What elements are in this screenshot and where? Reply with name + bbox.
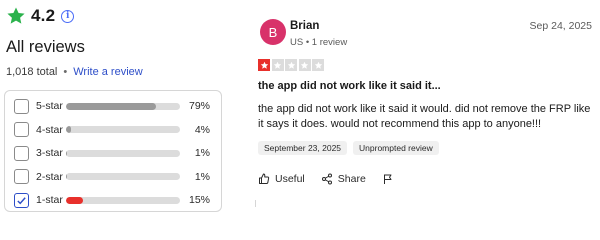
star-level-label: 3-star <box>36 147 63 159</box>
review-title: the app did not work like it said it... <box>258 80 441 92</box>
rating-summary: 4.2 i <box>6 6 75 26</box>
distribution-percent: 4% <box>194 123 210 136</box>
distribution-row[interactable]: 2-star 1% <box>14 167 214 187</box>
empty-star-icon <box>285 59 297 71</box>
distribution-bar <box>66 102 180 110</box>
average-rating: 4.2 <box>31 6 56 25</box>
filled-star-icon <box>258 59 270 71</box>
review-card: B Brian US • 1 review Sep 24, 2025 the a… <box>256 0 596 207</box>
info-icon[interactable]: i <box>61 9 75 23</box>
avatar[interactable]: B <box>260 19 286 45</box>
distribution-percent: 15% <box>188 194 210 206</box>
distribution-bar <box>66 173 180 180</box>
star-level-label: 4-star <box>36 123 63 136</box>
share-icon <box>321 173 332 185</box>
flag-icon <box>383 174 392 184</box>
reviewer-name[interactable]: Brian <box>290 20 319 32</box>
review-body: the app did not work like it said it wou… <box>258 103 591 130</box>
star-level-label: 5-star <box>36 100 63 112</box>
distribution-row[interactable]: 5-star 79% <box>14 96 214 116</box>
total-count: 1,018 total <box>6 66 58 78</box>
page-title: All reviews <box>6 38 85 56</box>
distribution-row[interactable]: 3-star 1% <box>14 143 214 163</box>
useful-label: Useful <box>275 173 305 185</box>
filter-checkbox[interactable] <box>14 192 29 208</box>
review-date: Sep 24, 2025 <box>529 20 592 32</box>
write-review-link[interactable]: Write a review <box>73 66 142 78</box>
review-chips: September 23, 2025 Unprompted review <box>258 141 445 155</box>
distribution-percent: 1% <box>194 147 210 159</box>
rating-distribution: 5-star 79% 4-star 4% 3-star 1% 2-star 1% 1-star 1… <box>4 90 222 212</box>
share-label: Share <box>337 173 366 185</box>
filter-checkbox[interactable] <box>14 145 29 161</box>
total-line: 1,018 total • Write a review <box>6 66 143 78</box>
filter-checkbox[interactable] <box>14 98 29 114</box>
distribution-bar-fill <box>66 102 157 110</box>
distribution-bar-fill <box>66 196 84 204</box>
distribution-row[interactable]: 4-star 4% <box>14 120 214 140</box>
distribution-bar-fill <box>66 149 68 157</box>
review-actions: Useful Share <box>258 173 415 185</box>
reviewer-meta: US • 1 review <box>290 37 348 48</box>
filter-checkbox[interactable] <box>14 122 29 137</box>
checkmark-icon <box>17 196 26 204</box>
thumbs-up-icon <box>259 173 270 184</box>
review-rating-stars <box>258 59 326 71</box>
distribution-bar <box>66 126 180 133</box>
useful-button[interactable]: Useful <box>258 173 305 185</box>
distribution-bar <box>66 196 180 204</box>
star-level-label: 2-star <box>36 170 63 183</box>
unprompted-chip: Unprompted review <box>353 141 439 155</box>
empty-star-icon <box>312 59 324 71</box>
distribution-bar-fill <box>66 126 71 133</box>
separator-dot: • <box>63 66 68 78</box>
distribution-bar-fill <box>66 173 68 180</box>
star-level-label: 1-star <box>36 194 63 206</box>
star-icon <box>7 7 25 24</box>
distribution-percent: 1% <box>194 170 210 183</box>
distribution-bar <box>66 149 180 157</box>
filter-checkbox[interactable] <box>14 169 29 184</box>
report-button[interactable] <box>382 173 399 185</box>
distribution-percent: 79% <box>188 100 210 112</box>
distribution-row[interactable]: 1-star 15% <box>14 190 214 210</box>
empty-star-icon <box>298 59 311 71</box>
experience-date-chip: September 23, 2025 <box>258 141 348 155</box>
empty-star-icon <box>271 59 284 71</box>
share-button[interactable]: Share <box>321 173 366 185</box>
